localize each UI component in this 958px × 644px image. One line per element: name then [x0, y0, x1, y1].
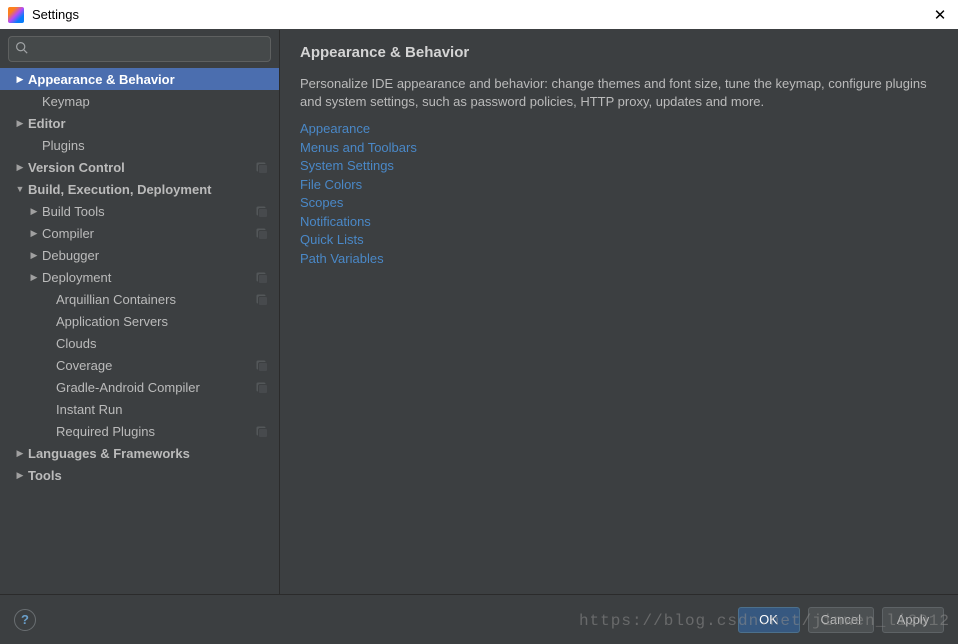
- sidebar-item[interactable]: ▶Deployment: [0, 266, 279, 288]
- project-scope-icon: [255, 270, 269, 284]
- sidebar-item[interactable]: ▶Application Servers: [0, 310, 279, 332]
- sidebar-item[interactable]: ▶Arquillian Containers: [0, 288, 279, 310]
- help-button[interactable]: ?: [14, 609, 36, 631]
- sidebar-item[interactable]: ▶Keymap: [0, 90, 279, 112]
- sidebar-item[interactable]: ▶Build Tools: [0, 200, 279, 222]
- settings-main: Appearance & Behavior Personalize IDE ap…: [280, 30, 958, 594]
- sidebar-item[interactable]: ▶Compiler: [0, 222, 279, 244]
- sidebar-item-label: Build Tools: [42, 204, 255, 219]
- apply-button[interactable]: Apply: [882, 607, 944, 633]
- sidebar-item-label: Languages & Frameworks: [28, 446, 269, 461]
- sidebar-item-label: Clouds: [56, 336, 269, 351]
- chevron-right-icon: ▶: [14, 74, 26, 85]
- sidebar-item[interactable]: ▶Plugins: [0, 134, 279, 156]
- project-scope-icon: [255, 160, 269, 174]
- sidebar-item[interactable]: ▶Coverage: [0, 354, 279, 376]
- project-scope-icon: [255, 380, 269, 394]
- project-scope-icon: [255, 226, 269, 240]
- sidebar-item-label: Build, Execution, Deployment: [28, 182, 269, 197]
- sidebar-item[interactable]: ▼Build, Execution, Deployment: [0, 178, 279, 200]
- chevron-right-icon: ▶: [14, 118, 26, 129]
- sidebar-item-label: Required Plugins: [56, 424, 255, 439]
- chevron-down-icon: ▼: [14, 184, 26, 194]
- sidebar-item-label: Keymap: [42, 94, 269, 109]
- sidebar-item[interactable]: ▶Debugger: [0, 244, 279, 266]
- settings-footer: ? OK Cancel Apply: [0, 594, 958, 644]
- sidebar-item[interactable]: ▶Appearance & Behavior: [0, 68, 279, 90]
- subsection-link[interactable]: Notifications: [300, 213, 371, 231]
- sidebar-item-label: Instant Run: [56, 402, 269, 417]
- cancel-button[interactable]: Cancel: [808, 607, 874, 633]
- sidebar-item-label: Arquillian Containers: [56, 292, 255, 307]
- sidebar-item[interactable]: ▶Clouds: [0, 332, 279, 354]
- subsection-link[interactable]: Quick Lists: [300, 231, 364, 249]
- app-logo-icon: [8, 7, 24, 23]
- sidebar-item[interactable]: ▶Instant Run: [0, 398, 279, 420]
- sidebar-item-label: Plugins: [42, 138, 269, 153]
- sidebar-item-label: Compiler: [42, 226, 255, 241]
- subsection-link[interactable]: Appearance: [300, 120, 370, 138]
- page-description: Personalize IDE appearance and behavior:…: [300, 75, 938, 110]
- sidebar-item-label: Deployment: [42, 270, 255, 285]
- search-box[interactable]: [8, 36, 271, 62]
- chevron-right-icon: ▶: [28, 272, 40, 283]
- settings-sidebar: ▶Appearance & Behavior▶Keymap▶Editor▶Plu…: [0, 30, 280, 594]
- chevron-right-icon: ▶: [14, 162, 26, 173]
- sidebar-item[interactable]: ▶Tools: [0, 464, 279, 486]
- sidebar-item[interactable]: ▶Gradle-Android Compiler: [0, 376, 279, 398]
- sidebar-item-label: Gradle-Android Compiler: [56, 380, 255, 395]
- project-scope-icon: [255, 292, 269, 306]
- window-title: Settings: [32, 7, 930, 22]
- sidebar-item[interactable]: ▶Editor: [0, 112, 279, 134]
- chevron-right-icon: ▶: [14, 470, 26, 481]
- subsection-link[interactable]: File Colors: [300, 176, 362, 194]
- chevron-right-icon: ▶: [28, 206, 40, 217]
- subsection-link[interactable]: Menus and Toolbars: [300, 139, 417, 157]
- sidebar-item[interactable]: ▶Version Control: [0, 156, 279, 178]
- sidebar-item-label: Application Servers: [56, 314, 269, 329]
- sidebar-item[interactable]: ▶Required Plugins: [0, 420, 279, 442]
- search-icon: [15, 41, 28, 57]
- sidebar-item-label: Appearance & Behavior: [28, 72, 269, 87]
- sidebar-item-label: Version Control: [28, 160, 255, 175]
- sidebar-item-label: Tools: [28, 468, 269, 483]
- sidebar-item-label: Editor: [28, 116, 269, 131]
- subsection-link[interactable]: Scopes: [300, 194, 343, 212]
- chevron-right-icon: ▶: [28, 250, 40, 261]
- settings-tree: ▶Appearance & Behavior▶Keymap▶Editor▶Plu…: [0, 68, 279, 594]
- project-scope-icon: [255, 358, 269, 372]
- sidebar-item-label: Coverage: [56, 358, 255, 373]
- subsection-link[interactable]: System Settings: [300, 157, 394, 175]
- project-scope-icon: [255, 424, 269, 438]
- subsection-link[interactable]: Path Variables: [300, 250, 384, 268]
- ok-button[interactable]: OK: [738, 607, 800, 633]
- sidebar-item[interactable]: ▶Languages & Frameworks: [0, 442, 279, 464]
- chevron-right-icon: ▶: [28, 228, 40, 239]
- project-scope-icon: [255, 204, 269, 218]
- sidebar-item-label: Debugger: [42, 248, 269, 263]
- subsection-links: AppearanceMenus and ToolbarsSystem Setti…: [300, 120, 938, 267]
- chevron-right-icon: ▶: [14, 448, 26, 459]
- titlebar: Settings ✕: [0, 0, 958, 30]
- search-input[interactable]: [32, 42, 264, 57]
- page-title: Appearance & Behavior: [300, 44, 938, 61]
- close-icon[interactable]: ✕: [930, 5, 950, 25]
